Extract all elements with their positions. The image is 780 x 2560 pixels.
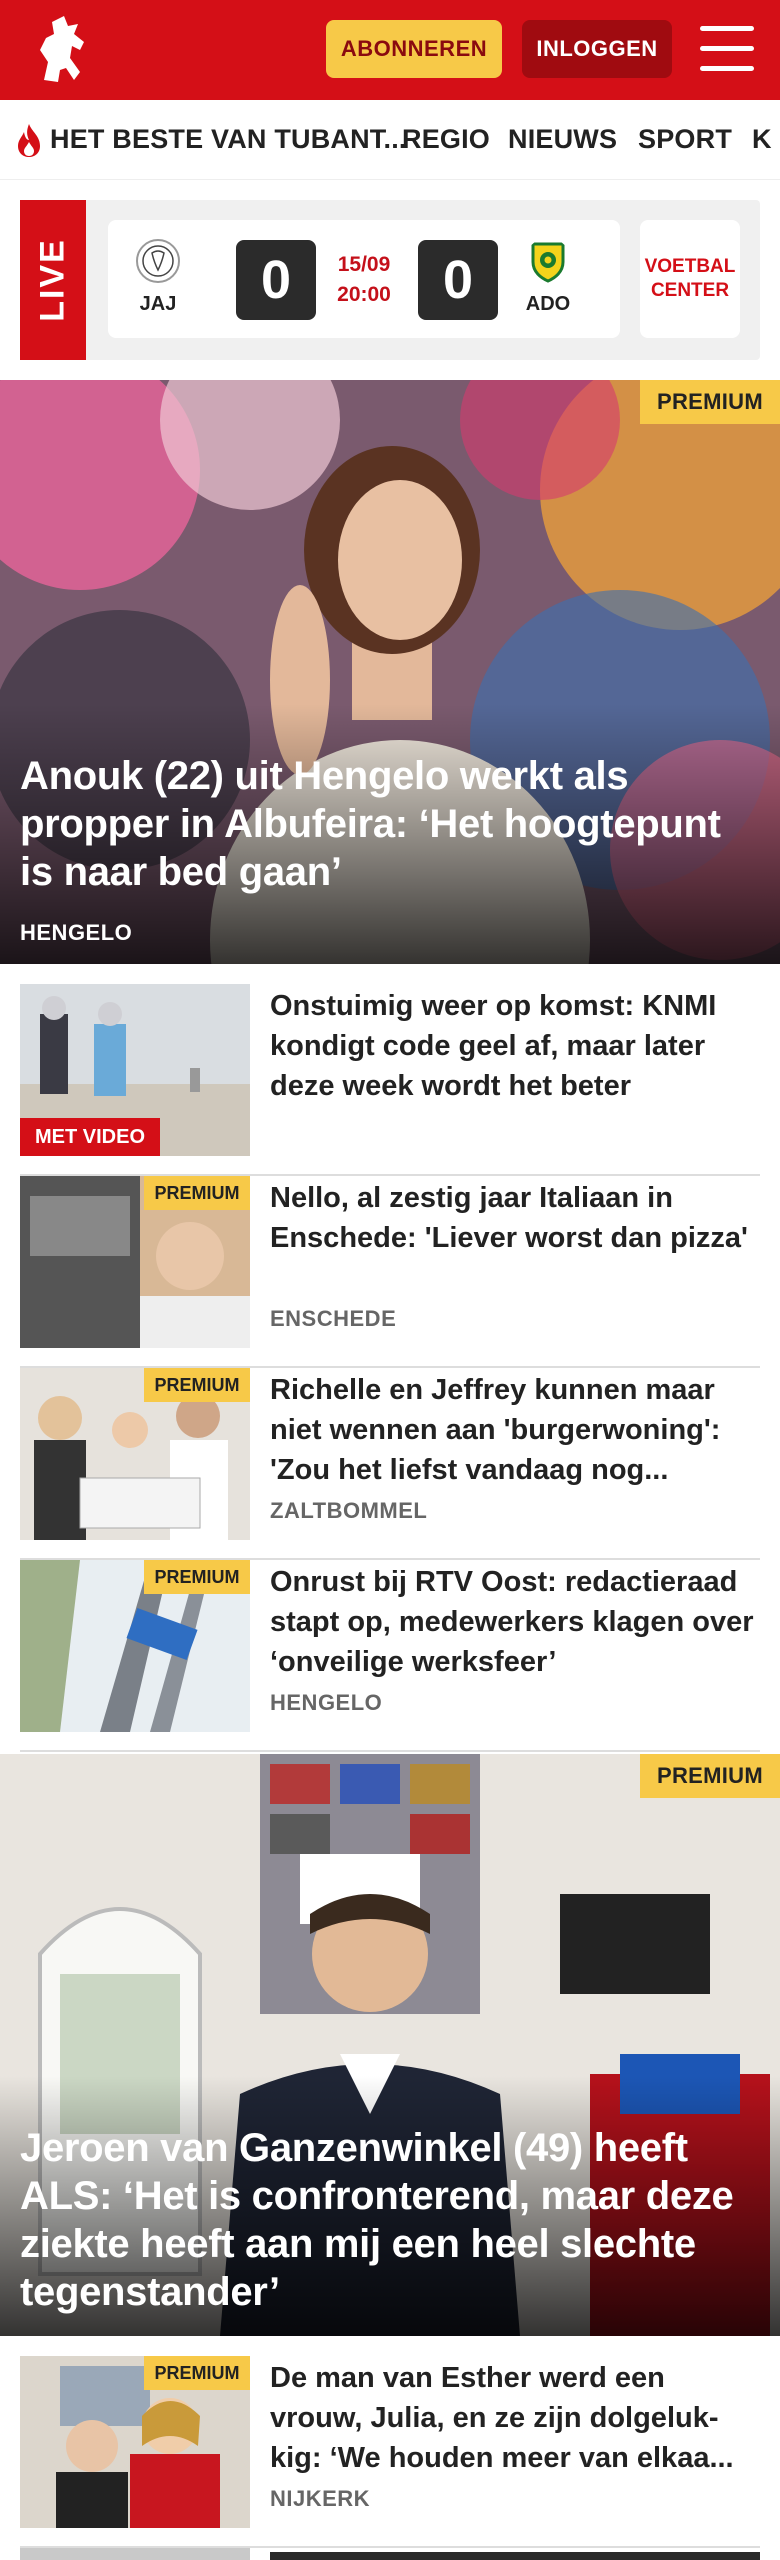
home-team: JAJ bbox=[128, 238, 188, 316]
away-score: 0 bbox=[418, 240, 498, 320]
login-button[interactable]: INLOGGEN bbox=[522, 20, 672, 78]
article-location: ENSCHEDE bbox=[270, 1306, 397, 1331]
list-item[interactable]: MET VIDEO Onstuimig weer op komst: KNMI … bbox=[20, 984, 760, 1176]
article-title[interactable]: Onstuimig weer op komst: KNMI kondigt co… bbox=[270, 986, 760, 1106]
tubantia-horse-logo-icon[interactable] bbox=[24, 12, 104, 88]
live-label: LIVE bbox=[20, 200, 86, 360]
away-team: ADO bbox=[518, 238, 578, 316]
nav-item-nieuws[interactable]: NIEUWS bbox=[508, 124, 617, 155]
subscribe-button[interactable]: ABONNEREN bbox=[326, 20, 502, 78]
article-thumbnail: PREMIUM bbox=[20, 1176, 250, 1348]
list-item[interactable]: PREMIUM De man van Esther werd een vrouw… bbox=[20, 2356, 760, 2548]
section-nav: HET BESTE VAN TUBANT... REGIO NIEUWS SPO… bbox=[0, 100, 780, 180]
hero-article[interactable]: PREMIUM Anouk (22) uit Hengelo werkt als… bbox=[0, 380, 780, 964]
home-team-name: JAJ bbox=[139, 293, 177, 315]
premium-badge: PREMIUM bbox=[144, 1176, 250, 1210]
voetbal-center-label-line1: VOETBAL bbox=[644, 256, 736, 277]
nav-item-sport[interactable]: SPORT bbox=[638, 124, 732, 155]
voetbal-center-button[interactable]: VOETBAL CENTER bbox=[640, 220, 740, 338]
premium-badge: PREMIUM bbox=[144, 1368, 250, 1402]
premium-badge: PREMIUM bbox=[640, 1754, 780, 1798]
article-thumbnail: PREMIUM bbox=[20, 1560, 250, 1732]
article-location: NIJKERK bbox=[270, 2486, 371, 2511]
article-thumbnail: PREMIUM bbox=[20, 2356, 250, 2528]
article-location: HENGELO bbox=[270, 1690, 383, 1715]
article-thumbnail: PREMIUM bbox=[20, 1368, 250, 1540]
hero-location: HENGELO bbox=[20, 920, 133, 945]
premium-badge: PREMIUM bbox=[144, 2356, 250, 2390]
nav-item-best-of[interactable]: HET BESTE VAN TUBANT... bbox=[50, 124, 407, 155]
ajax-crest-icon bbox=[136, 239, 180, 283]
live-scores-block: LIVE JAJ 0 15/09 20:00 0 ADO VOETBAL CEN… bbox=[20, 200, 760, 360]
home-score: 0 bbox=[236, 240, 316, 320]
ado-crest-icon bbox=[531, 242, 565, 283]
nav-item-more[interactable]: K bbox=[752, 124, 772, 155]
hero-title[interactable]: Jeroen van Ganzenwinkel (49) heeft ALS: … bbox=[20, 2124, 760, 2316]
article-title[interactable]: Richelle en Jeffrey kunnen maar niet wen… bbox=[270, 1370, 760, 1490]
premium-badge: PREMIUM bbox=[640, 380, 780, 424]
list-item[interactable]: PREMIUM Onrust bij RTV Oost: redactieraa… bbox=[20, 1560, 760, 1752]
site-header: ABONNEREN INLOGGEN bbox=[0, 0, 780, 100]
article-title[interactable]: Nello, al zestig jaar Italiaan in Ensche… bbox=[270, 1178, 760, 1258]
match-card[interactable]: JAJ 0 15/09 20:00 0 ADO bbox=[108, 220, 620, 338]
match-date: 15/09 bbox=[337, 253, 391, 276]
article-title[interactable]: Onrust bij RTV Oost: redactieraad stapt … bbox=[270, 1562, 760, 1682]
next-article-thumbnail-peek bbox=[20, 2548, 250, 2560]
away-team-name: ADO bbox=[525, 293, 571, 315]
list-item[interactable]: PREMIUM Nello, al zestig jaar Italiaan i… bbox=[20, 1176, 760, 1368]
list-item[interactable]: PREMIUM Richelle en Jeffrey kunnen maar … bbox=[20, 1368, 760, 1560]
article-thumbnail: MET VIDEO bbox=[20, 984, 250, 1156]
match-time: 20:00 bbox=[337, 283, 391, 306]
video-badge: MET VIDEO bbox=[20, 1118, 160, 1156]
hero-article-2[interactable]: PREMIUM Jeroen van Ganzenwinkel (49) hee… bbox=[0, 1754, 780, 2336]
menu-icon[interactable] bbox=[700, 26, 754, 72]
voetbal-center-label-line2: CENTER bbox=[650, 280, 730, 301]
premium-badge: PREMIUM bbox=[144, 1560, 250, 1594]
flame-icon bbox=[18, 124, 40, 157]
nav-item-regio[interactable]: REGIO bbox=[402, 124, 490, 155]
hero-title[interactable]: Anouk (22) uit Hengelo werkt als propper… bbox=[20, 752, 760, 896]
match-datetime: 15/09 20:00 bbox=[322, 250, 406, 310]
article-location: ZALTBOMMEL bbox=[270, 1498, 428, 1523]
article-title[interactable]: De man van Esther werd een vrouw, Julia,… bbox=[270, 2358, 760, 2478]
next-article-title-peek bbox=[270, 2552, 760, 2560]
